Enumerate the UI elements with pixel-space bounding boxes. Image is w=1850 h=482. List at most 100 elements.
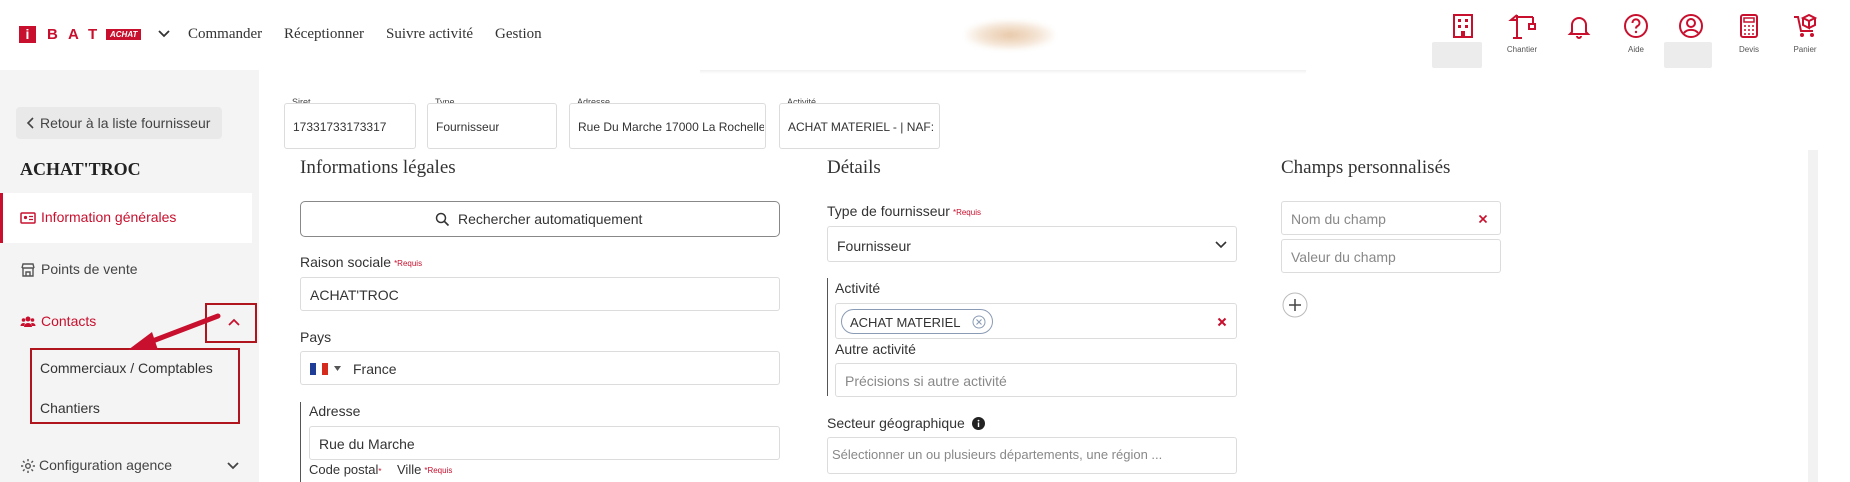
calculator-icon[interactable] xyxy=(1735,12,1763,40)
add-field-button[interactable] xyxy=(1282,292,1308,318)
highlight-frame xyxy=(30,348,240,424)
store-icon xyxy=(21,263,35,277)
highlight-frame xyxy=(205,303,257,343)
chevron-down-icon[interactable] xyxy=(226,461,240,471)
custom-field-value[interactable]: Valeur du champ xyxy=(1281,239,1501,273)
back-label: Retour à la liste fournisseur xyxy=(40,115,211,131)
secteur-select[interactable]: Sélectionner un ou plusieurs département… xyxy=(827,437,1237,474)
clear-icon[interactable] xyxy=(1217,317,1227,327)
aide-label: Aide xyxy=(1627,45,1644,54)
type-fournisseur-text: Type de fournisseur xyxy=(827,203,950,219)
logo-tag: ACHAT xyxy=(106,29,142,40)
blurred-area xyxy=(965,20,1055,50)
auto-search-button[interactable]: Rechercher automatiquement xyxy=(300,201,780,237)
sidebar-item-information[interactable]: Information générales xyxy=(0,193,252,243)
logo-letter-b: B xyxy=(47,26,58,43)
activite-value: ACHAT MATERIEL - | NAF: - xyxy=(788,120,936,134)
custom-section-title: Champs personnalisés xyxy=(1281,157,1451,178)
type-fournisseur-value: Fournisseur xyxy=(837,238,911,254)
autre-activite-field[interactable]: Précisions si autre activité xyxy=(835,363,1237,397)
sidebar: Retour à la liste fournisseur ACHAT'TROC… xyxy=(0,70,259,482)
code-postal-text: Code postal xyxy=(309,462,379,477)
pays-value: France xyxy=(353,361,397,377)
legal-section-title: Informations légales xyxy=(300,157,456,178)
raison-sociale-field[interactable]: ACHAT'TROC xyxy=(300,277,780,311)
chevron-down-icon[interactable] xyxy=(157,29,171,39)
autre-activite-placeholder: Précisions si autre activité xyxy=(845,373,1007,389)
details-section-title: Détails xyxy=(827,157,881,178)
required-mark: *Requis xyxy=(424,466,453,475)
sidebar-item-configuration-agence[interactable]: Configuration agence xyxy=(0,442,252,482)
back-to-supplier-list-button[interactable]: Retour à la liste fournisseur xyxy=(16,107,223,139)
nav-commander[interactable]: Commander xyxy=(188,26,262,43)
placeholder-chip xyxy=(1664,42,1712,68)
sidebar-item-label: Points de vente xyxy=(41,261,138,277)
id-card-icon xyxy=(20,212,36,224)
panier-label: Panier xyxy=(1793,45,1817,54)
user-icon[interactable] xyxy=(1677,12,1705,40)
activite-field-label: Activité xyxy=(835,280,881,296)
activite-box: ACHAT MATERIEL - | NAF: - xyxy=(779,103,940,149)
adresse-field-value: Rue du Marche xyxy=(319,436,415,452)
chevron-left-icon xyxy=(26,117,34,129)
search-icon xyxy=(435,212,450,227)
delete-field-icon[interactable] xyxy=(1478,214,1488,224)
required-mark: *Requis xyxy=(394,259,423,268)
sidebar-item-points-de-vente[interactable]: Points de vente xyxy=(0,245,252,295)
custom-field-name-placeholder: Nom du champ xyxy=(1291,211,1386,227)
supplier-title: ACHAT'TROC xyxy=(20,159,141,179)
required-mark: *Requis xyxy=(952,208,981,217)
type-fournisseur-select[interactable]: Fournisseur xyxy=(827,226,1237,262)
auto-search-label: Rechercher automatiquement xyxy=(458,211,643,227)
sidebar-item-label: Configuration agence xyxy=(39,457,173,473)
ville-text: Ville xyxy=(397,462,422,477)
secteur-label: Secteur géographique xyxy=(827,415,985,431)
adresse-value: Rue Du Marche 17000 La Rochelle xyxy=(578,120,764,134)
header-shadow xyxy=(700,70,1306,74)
activite-chip: ACHAT MATERIEL xyxy=(841,309,993,334)
code-postal-label: Code postal* xyxy=(309,462,382,477)
france-flag-icon xyxy=(310,363,328,375)
bell-icon[interactable] xyxy=(1565,12,1593,40)
placeholder-chip xyxy=(1432,42,1482,68)
adresse-field[interactable]: Rue du Marche xyxy=(309,426,780,460)
siret-value: 17331733173317 xyxy=(293,120,387,134)
help-icon[interactable] xyxy=(1622,12,1650,40)
adresse-field-label: Adresse xyxy=(309,403,361,419)
nav-gestion[interactable]: Gestion xyxy=(495,26,542,43)
chantier-label: Chantier xyxy=(1506,45,1538,54)
type-value: Fournisseur xyxy=(436,120,500,134)
caret-down-icon[interactable] xyxy=(334,366,341,371)
raison-sociale-text: Raison sociale xyxy=(300,254,392,270)
chip-remove-icon[interactable] xyxy=(972,315,986,329)
contacts-icon xyxy=(20,316,36,327)
autre-activite-label: Autre activité xyxy=(835,341,916,357)
sidebar-item-label: Contacts xyxy=(41,313,97,329)
pays-field[interactable]: France xyxy=(300,351,780,385)
custom-field-name[interactable]: Nom du champ xyxy=(1281,201,1501,235)
type-fournisseur-label: Type de fournisseur *Requis xyxy=(827,203,981,219)
address-group-bar xyxy=(300,402,301,482)
ville-label: Ville *Requis xyxy=(397,462,452,477)
pays-label: Pays xyxy=(300,329,332,345)
adresse-box: Rue Du Marche 17000 La Rochelle xyxy=(569,103,766,149)
info-icon[interactable] xyxy=(971,417,985,430)
sidebar-item-label: Information générales xyxy=(41,209,177,225)
building-icon[interactable] xyxy=(1449,12,1477,40)
cart-icon[interactable] xyxy=(1791,12,1819,40)
nav-receptionner[interactable]: Réceptionner xyxy=(284,26,364,43)
scrollbar-track[interactable] xyxy=(1808,150,1818,482)
top-bar: i B A T ACHAT Commander Réceptionner Sui… xyxy=(0,0,1850,70)
crane-icon[interactable] xyxy=(1508,12,1536,40)
nav-suivre-activite[interactable]: Suivre activité xyxy=(386,26,473,43)
activite-multiselect[interactable]: ACHAT MATERIEL xyxy=(835,303,1237,339)
secteur-placeholder: Sélectionner un ou plusieurs département… xyxy=(832,447,1163,462)
type-box: Fournisseur xyxy=(427,103,557,149)
activite-chip-label: ACHAT MATERIEL xyxy=(850,315,961,330)
logo-letter-t: T xyxy=(88,26,98,43)
logo-letter-a: A xyxy=(68,26,79,43)
logo-mark: i xyxy=(19,26,36,43)
gear-icon xyxy=(21,459,35,473)
devis-label: Devis xyxy=(1738,45,1759,54)
secteur-text: Secteur géographique xyxy=(827,415,965,431)
